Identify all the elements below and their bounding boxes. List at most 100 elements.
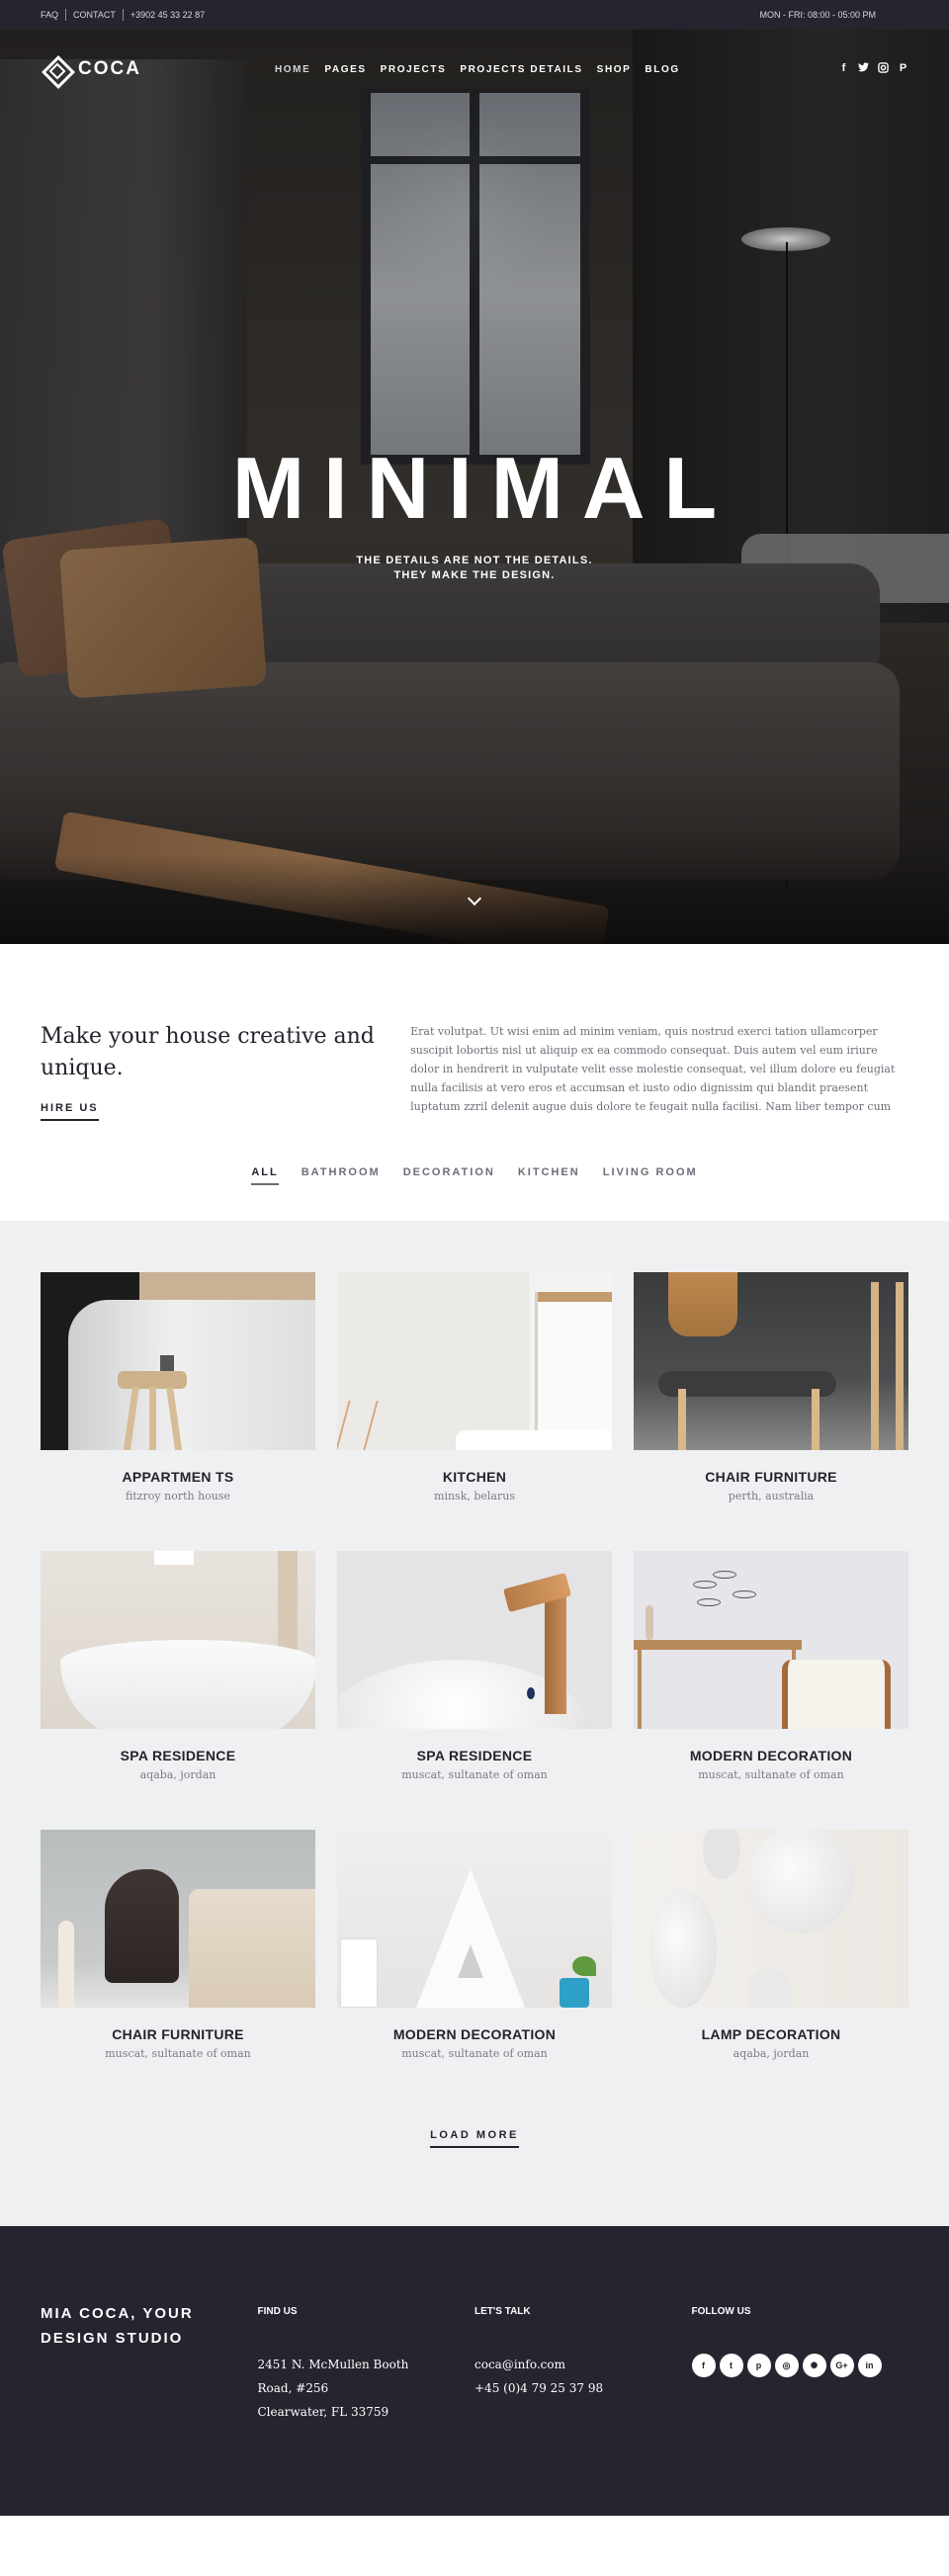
divider [122, 9, 124, 21]
instagram-icon[interactable]: ◎ [774, 2354, 799, 2377]
project-card[interactable]: MODERN DECORATION muscat, sultanate of o… [634, 1551, 908, 1830]
hero-subtitle: THE DETAILS ARE NOT THE DETAILS. THEY MA… [0, 554, 949, 583]
project-title[interactable]: SPA RESIDENCE [337, 1748, 612, 1763]
footer-contact: coca@info.com +45 (0)4 79 25 37 98 [474, 2353, 692, 2400]
header-social: f P [838, 62, 908, 76]
nav-item-blog[interactable]: BLOG [645, 64, 679, 75]
project-location: minsk, belarus [434, 1490, 515, 1503]
facebook-icon[interactable]: f [838, 62, 849, 76]
hire-us-button[interactable]: HIRE US [41, 1102, 99, 1121]
faq-link[interactable]: FAQ [41, 10, 58, 20]
project-card[interactable]: MODERN DECORATION muscat, sultanate of o… [337, 1830, 612, 2108]
project-image[interactable] [41, 1272, 315, 1450]
address-line: Road, #256 [257, 2381, 329, 2395]
nav-item-shop[interactable]: SHOP [597, 64, 632, 75]
top-bar-left: FAQ CONTACT +3902 45 33 22 87 [41, 9, 205, 21]
nav-item-home[interactable]: HOME [275, 64, 310, 75]
project-card[interactable]: SPA RESIDENCE aqaba, jordan [41, 1551, 315, 1830]
footer-heading: FIND US [257, 2306, 298, 2317]
linkedin-icon[interactable]: in [857, 2354, 882, 2377]
footer-follow-us: FOLLOW US f t p ◎ ✺ G+ in [691, 2301, 909, 2516]
footer-address: 2451 N. McMullen Booth Road, #256 Clearw… [258, 2353, 475, 2424]
contact-link[interactable]: CONTACT [73, 10, 116, 20]
instagram-icon[interactable] [878, 62, 889, 76]
project-card[interactable]: KITCHEN minsk, belarus [337, 1272, 612, 1551]
pinterest-icon[interactable]: p [746, 2354, 771, 2377]
project-image[interactable] [337, 1551, 612, 1729]
portfolio-grid: APPARTMEN TS fitzroy north house KITCHEN… [41, 1272, 908, 2108]
footer-heading: FOLLOW US [691, 2306, 751, 2317]
hero-subtitle-line: THE DETAILS ARE NOT THE DETAILS. [356, 555, 593, 566]
project-card[interactable]: LAMP DECORATION aqaba, jordan [634, 1830, 908, 2108]
intro-body: Erat volutpat. Ut wisi enim ad minim ven… [410, 1025, 896, 1113]
twitter-icon[interactable] [858, 62, 869, 76]
chevron-down-icon[interactable] [466, 892, 483, 909]
project-location: muscat, sultanate of oman [698, 1768, 844, 1781]
footer-phone-link[interactable]: +45 (0)4 79 25 37 98 [474, 2376, 692, 2400]
project-image[interactable] [634, 1272, 908, 1450]
filter-kitchen[interactable]: KITCHEN [518, 1166, 580, 1183]
footer-lets-talk: LET'S TALK coca@info.com +45 (0)4 79 25 … [474, 2301, 692, 2516]
intro-section: Make your house creative and unique. HIR… [0, 944, 949, 1166]
footer-heading: LET'S TALK [474, 2306, 531, 2317]
footer-email-link[interactable]: coca@info.com [474, 2353, 692, 2376]
footer: MIA COCA, YOUR DESIGN STUDIO FIND US 245… [0, 2226, 949, 2516]
project-title[interactable]: KITCHEN [337, 1469, 612, 1485]
address-line: 2451 N. McMullen Booth [257, 2358, 409, 2371]
nav-item-projects-details[interactable]: PROJECTS DETAILS [460, 64, 582, 75]
project-image[interactable] [41, 1830, 315, 2008]
top-bar: FAQ CONTACT +3902 45 33 22 87 MON - FRI:… [0, 0, 949, 30]
facebook-icon[interactable]: f [691, 2354, 716, 2377]
project-card[interactable]: CHAIR FURNITURE muscat, sultanate of oma… [41, 1830, 315, 2108]
footer-brand: MIA COCA, YOUR DESIGN STUDIO [41, 2305, 194, 2347]
project-image[interactable] [634, 1551, 908, 1729]
hero: COCA HOME PAGES PROJECTS PROJECTS DETAIL… [0, 30, 949, 944]
project-location: fitzroy north house [125, 1490, 231, 1503]
filter-decoration[interactable]: DECORATION [403, 1166, 495, 1183]
project-image[interactable] [41, 1551, 315, 1729]
project-location: muscat, sultanate of oman [401, 2047, 548, 2060]
portfolio-filters: ALL BATHROOM DECORATION KITCHEN LIVING R… [0, 1166, 949, 1221]
intro-heading: Make your house creative and unique. [41, 1024, 375, 1080]
project-card[interactable]: SPA RESIDENCE muscat, sultanate of oman [337, 1551, 612, 1830]
filter-living-room[interactable]: LIVING ROOM [603, 1166, 698, 1183]
project-title[interactable]: MODERN DECORATION [634, 1748, 908, 1763]
project-location: muscat, sultanate of oman [105, 2047, 251, 2060]
project-title[interactable]: CHAIR FURNITURE [634, 1469, 908, 1485]
project-image[interactable] [337, 1272, 612, 1450]
footer-social-icons: f t p ◎ ✺ G+ in [691, 2354, 909, 2377]
filter-bathroom[interactable]: BATHROOM [302, 1166, 381, 1183]
google-plus-icon[interactable]: G+ [829, 2354, 854, 2377]
project-card[interactable]: APPARTMEN TS fitzroy north house [41, 1272, 315, 1551]
phone-number: +3902 45 33 22 87 [129, 10, 206, 20]
project-location: aqaba, jordan [733, 2047, 810, 2060]
nav-item-pages[interactable]: PAGES [324, 64, 366, 75]
logo[interactable]: COCA [41, 54, 141, 84]
project-title[interactable]: APPARTMEN TS [41, 1469, 315, 1485]
footer-find-us: FIND US 2451 N. McMullen Booth Road, #25… [258, 2301, 475, 2516]
project-title[interactable]: CHAIR FURNITURE [41, 2026, 315, 2042]
portfolio-section: APPARTMEN TS fitzroy north house KITCHEN… [0, 1221, 949, 2226]
main-nav: COCA HOME PAGES PROJECTS PROJECTS DETAIL… [0, 30, 949, 109]
project-image[interactable] [634, 1830, 908, 2008]
business-hours: MON - FRI: 08:00 - 05:00 PM [759, 10, 876, 20]
nav-menu: HOME PAGES PROJECTS PROJECTS DETAILS SHO… [275, 64, 680, 75]
pinterest-icon[interactable]: P [898, 62, 908, 76]
load-more-wrap: LOAD MORE [41, 2125, 908, 2148]
project-title[interactable]: MODERN DECORATION [337, 2026, 612, 2042]
load-more-button[interactable]: LOAD MORE [430, 2129, 519, 2148]
project-title[interactable]: SPA RESIDENCE [41, 1748, 315, 1763]
footer-brand-col: MIA COCA, YOUR DESIGN STUDIO [41, 2301, 258, 2516]
twitter-icon[interactable]: t [719, 2354, 743, 2377]
project-title[interactable]: LAMP DECORATION [634, 2026, 908, 2042]
dribbble-icon[interactable]: ✺ [802, 2354, 826, 2377]
hero-subtitle-line: THEY MAKE THE DESIGN. [393, 569, 556, 581]
project-card[interactable]: CHAIR FURNITURE perth, australia [634, 1272, 908, 1551]
hero-title: MINIMAL [231, 439, 736, 537]
project-image[interactable] [337, 1830, 612, 2008]
logo-icon [41, 54, 70, 84]
nav-item-projects[interactable]: PROJECTS [381, 64, 447, 75]
project-location: muscat, sultanate of oman [401, 1768, 548, 1781]
filter-all[interactable]: ALL [251, 1166, 279, 1185]
project-location: aqaba, jordan [139, 1768, 216, 1781]
